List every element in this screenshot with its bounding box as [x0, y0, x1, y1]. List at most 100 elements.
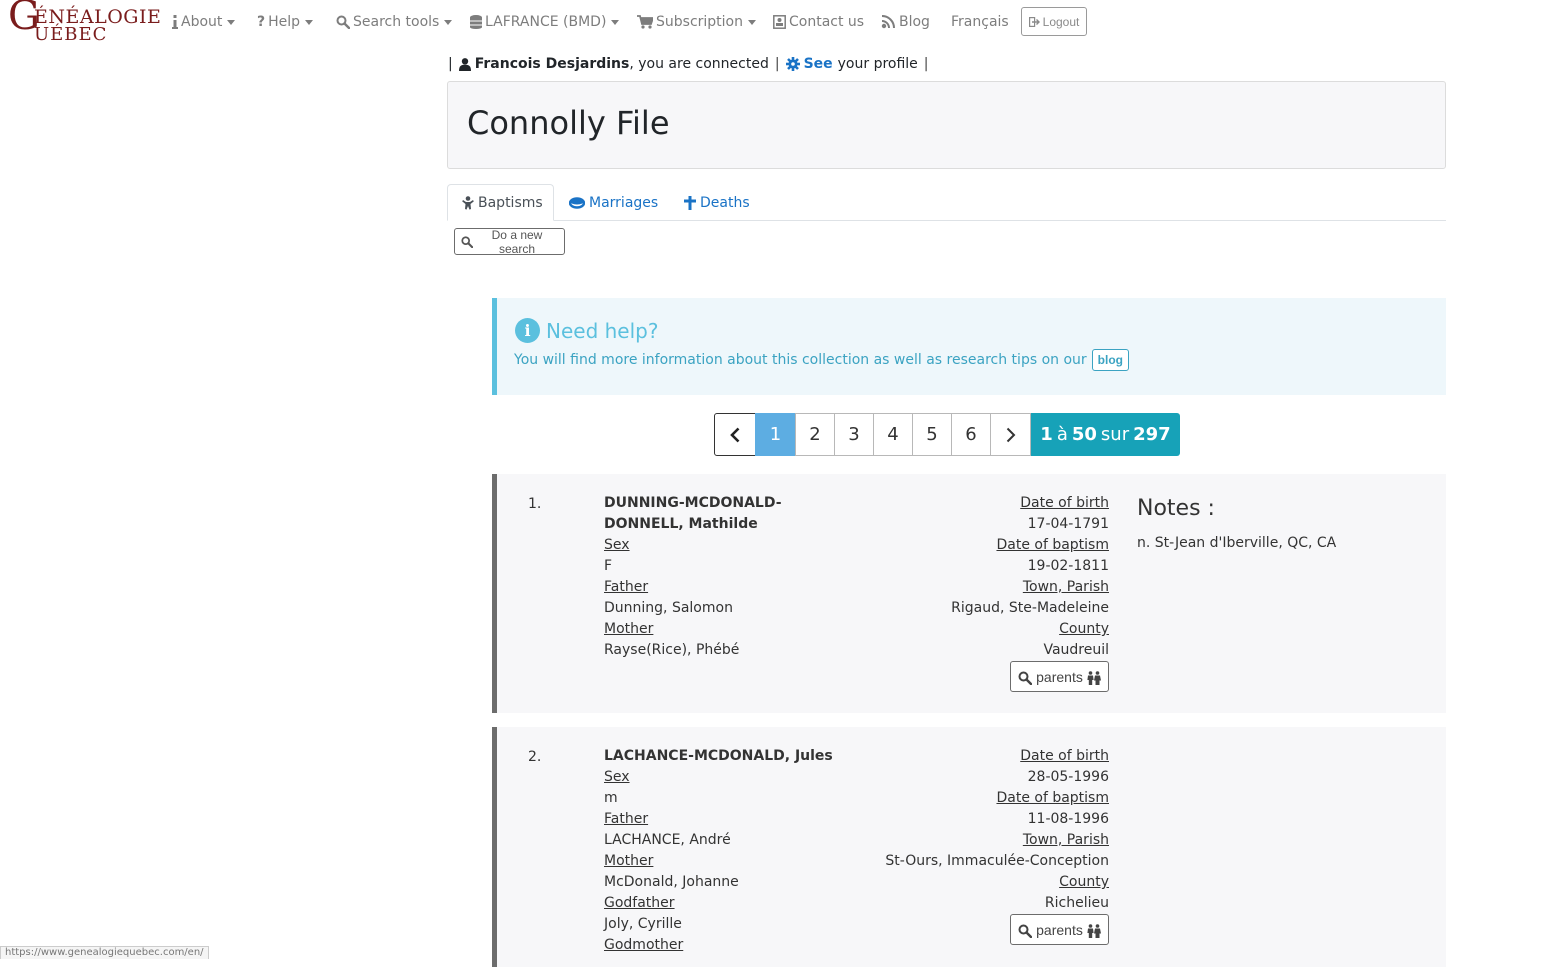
- label-godfather: Godfather: [604, 895, 675, 911]
- value-mother: McDonald, Johanne: [604, 874, 739, 890]
- label-date-of-birth: Date of birth: [1020, 748, 1109, 764]
- ring-icon: [569, 195, 585, 211]
- label-father: Father: [604, 811, 649, 827]
- label-mother: Mother: [604, 853, 654, 869]
- connected-user-name: Francois Desjardins: [474, 56, 630, 72]
- search-icon: [1018, 921, 1033, 938]
- info-circle-icon: i: [515, 318, 540, 343]
- record-left-column: DUNNING-MCDONALD- DONNELL, Mathilde Sex …: [604, 493, 782, 661]
- value-mother: Rayse(Rice), Phébé: [604, 642, 740, 658]
- separator: |: [448, 56, 453, 72]
- sign-out-icon: [1028, 15, 1040, 29]
- connected-user-bar: | Francois Desjardins , you are connecte…: [448, 54, 935, 74]
- blog-button[interactable]: blog: [1091, 349, 1129, 371]
- value-date-of-baptism: 11-08-1996: [1027, 811, 1109, 827]
- value-sex: m: [604, 790, 618, 806]
- pagination-page-6[interactable]: 6: [951, 413, 991, 456]
- search-icon: [336, 14, 350, 30]
- label-date-of-baptism: Date of baptism: [996, 537, 1109, 553]
- range-start: 1: [1040, 424, 1053, 445]
- parents-search-button[interactable]: parents: [1010, 914, 1109, 945]
- need-help-title: i Need help?: [515, 318, 658, 343]
- label-town-parish: Town, Parish: [1022, 832, 1109, 848]
- nav-subscription-label: Subscription: [656, 14, 743, 30]
- record-right-column: Date of birth 17-04-1791 Date of baptism…: [951, 493, 1109, 661]
- pagination-page-5[interactable]: 5: [912, 413, 952, 456]
- label-county: County: [1059, 874, 1109, 890]
- need-help-alert: i Need help? You will find more informat…: [492, 298, 1446, 395]
- pagination-page-4[interactable]: 4: [873, 413, 913, 456]
- record-type-tabs: Baptisms Marriages Deaths: [447, 184, 1446, 221]
- record-right-column: Date of birth 28-05-1996 Date of baptism…: [885, 746, 1109, 914]
- pagination-page-1[interactable]: 1: [755, 413, 796, 456]
- profile-text: your profile: [837, 56, 918, 72]
- see-profile-link[interactable]: See: [785, 56, 833, 72]
- status-bar-url: https://www.genealogiequebec.com/en/: [0, 946, 209, 959]
- tab-marriages[interactable]: Marriages: [555, 184, 672, 221]
- tab-deaths-label: Deaths: [700, 194, 750, 211]
- search-icon: [1018, 668, 1033, 685]
- question-icon: ?: [257, 14, 266, 30]
- parents-button-label: parents: [1036, 668, 1083, 685]
- pagination-prev-button[interactable]: [714, 413, 756, 456]
- file-header: Connolly File: [447, 81, 1446, 169]
- user-icon: [458, 56, 471, 72]
- nav-lafrance-dropdown[interactable]: LAFRANCE (BMD): [470, 13, 620, 31]
- value-date-of-birth: 17-04-1791: [1027, 516, 1109, 532]
- value-godfather: Joly, Cyrille: [604, 916, 682, 932]
- new-search-button[interactable]: Do a new search: [454, 228, 565, 256]
- record-name: LACHANCE-MCDONALD, Jules: [604, 748, 833, 764]
- caret-down-icon: [227, 19, 236, 25]
- notes-text: n. St-Jean d'Iberville, QC, CA: [1137, 535, 1337, 551]
- nav-contact-link[interactable]: Contact us: [773, 13, 864, 31]
- info-icon: [172, 14, 178, 30]
- nav-search-tools-dropdown[interactable]: Search tools: [336, 13, 453, 31]
- baby-icon: [462, 195, 474, 211]
- tab-marriages-label: Marriages: [589, 194, 659, 211]
- contact-card-icon: [773, 14, 786, 30]
- nav-language-link[interactable]: Français: [951, 13, 1009, 31]
- gear-icon: [785, 56, 800, 72]
- shopping-cart-icon: [637, 14, 653, 30]
- site-logo[interactable]: G ÉNÉALOGIE UÉBEC: [8, 0, 161, 46]
- nav-contact-label: Contact us: [789, 14, 865, 30]
- value-sex: F: [604, 558, 613, 574]
- pagination-page-2[interactable]: 2: [795, 413, 835, 456]
- need-help-text: You will find more information about thi…: [514, 349, 1129, 371]
- nav-blog-link[interactable]: Blog: [881, 13, 930, 31]
- record-name: DONNELL, Mathilde: [604, 516, 758, 532]
- total-word: sur: [1100, 424, 1130, 445]
- couple-icon: [1087, 668, 1101, 685]
- caret-down-icon: [748, 19, 756, 25]
- nav-help-dropdown[interactable]: ? Help: [257, 13, 314, 31]
- nav-lafrance-label: LAFRANCE (BMD): [485, 14, 607, 30]
- value-town-parish: Rigaud, Ste-Madeleine: [951, 600, 1109, 616]
- nav-search-tools-label: Search tools: [353, 14, 440, 30]
- label-sex: Sex: [604, 769, 630, 785]
- nav-about-dropdown[interactable]: About: [172, 13, 236, 31]
- tab-deaths[interactable]: Deaths: [670, 184, 764, 221]
- pagination-next-button[interactable]: [990, 413, 1031, 456]
- range-end: 50: [1071, 424, 1097, 445]
- logout-button[interactable]: Logout: [1021, 7, 1087, 36]
- pagination-page-3[interactable]: 3: [834, 413, 874, 456]
- parents-search-button[interactable]: parents: [1010, 661, 1109, 692]
- label-mother: Mother: [604, 621, 654, 637]
- logo-line-2: UÉBEC: [34, 24, 108, 45]
- nav-about-label: About: [181, 14, 223, 30]
- database-icon: [470, 14, 482, 30]
- nav-language-label: Français: [951, 14, 1009, 30]
- caret-down-icon: [305, 19, 314, 25]
- nav-help-label: Help: [268, 14, 301, 30]
- logout-label: Logout: [1042, 14, 1080, 29]
- see-profile-see: See: [803, 56, 833, 72]
- label-town-parish: Town, Parish: [1022, 579, 1109, 595]
- nav-subscription-dropdown[interactable]: Subscription: [637, 13, 756, 31]
- separator: |: [774, 56, 780, 72]
- tab-baptisms[interactable]: Baptisms: [447, 184, 554, 221]
- top-navbar: G ÉNÉALOGIE UÉBEC About ? Help Search to…: [0, 0, 1558, 46]
- page-title: Connolly File: [467, 104, 670, 142]
- tab-baptisms-label: Baptisms: [478, 194, 543, 211]
- nav-blog-label: Blog: [899, 14, 930, 30]
- label-godmother: Godmother: [604, 937, 684, 953]
